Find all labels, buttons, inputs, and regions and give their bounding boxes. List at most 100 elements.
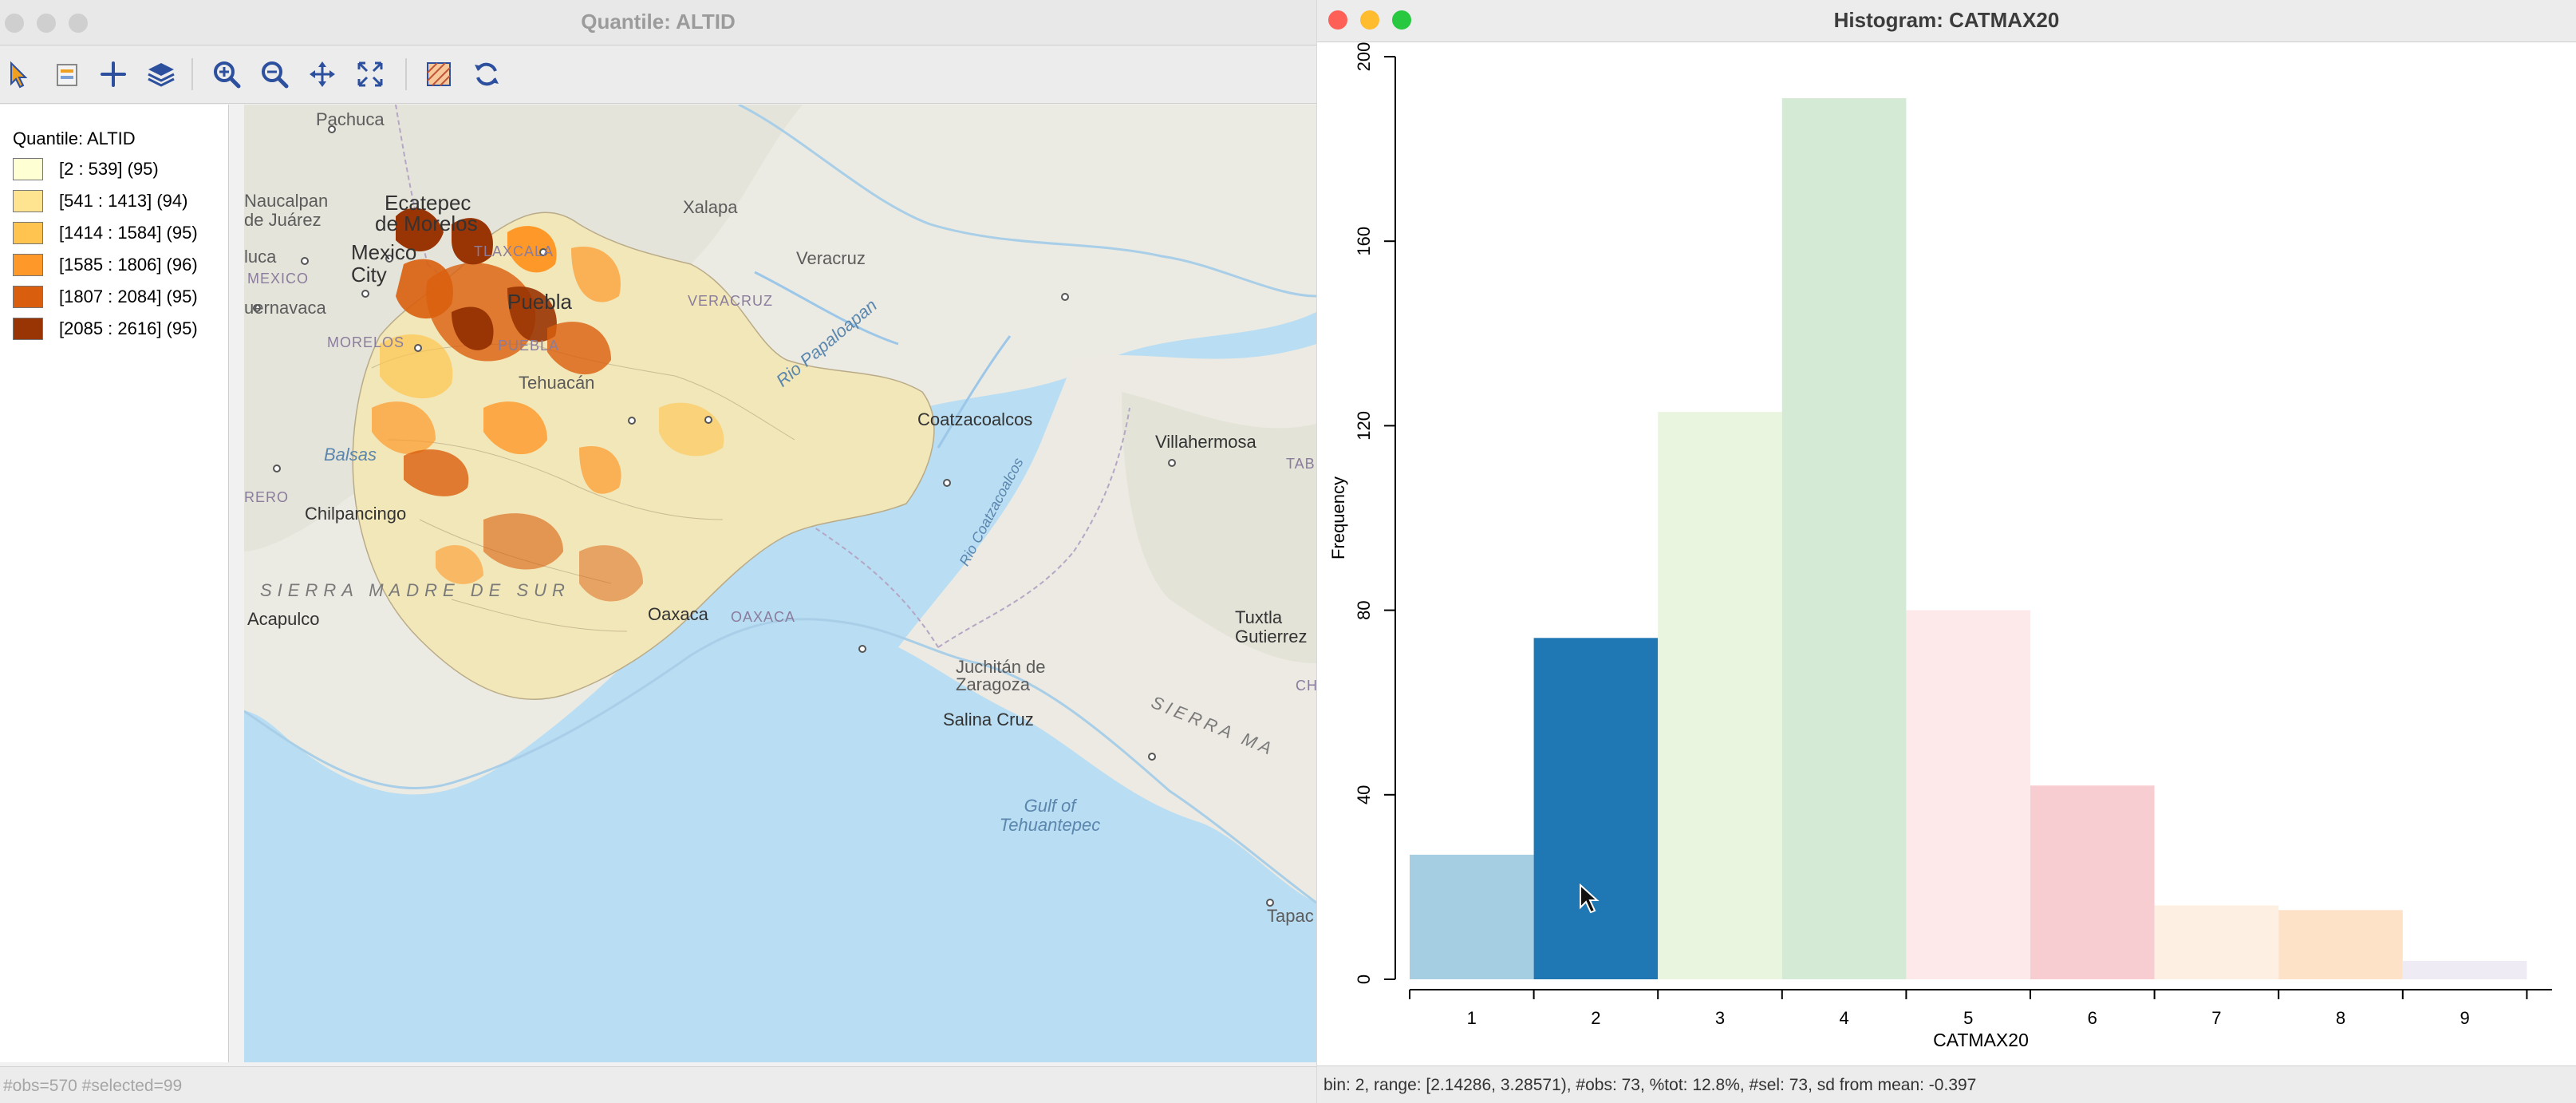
histogram-statusbar: bin: 2, range: [2.14286, 3.28571), #obs:… — [1317, 1065, 2576, 1103]
map-canvas[interactable]: Pachuca Naucalpan de Juárez Ecatepec de … — [244, 105, 1316, 1062]
map-label-villahermosa: Villahermosa — [1155, 432, 1256, 452]
legend-swatch — [13, 318, 43, 340]
map-label-ch: CH — [1296, 678, 1316, 694]
map-label-cuernavaca: uernavaca — [244, 298, 326, 318]
y-tick-label: 40 — [1354, 785, 1374, 805]
legend-swatch — [13, 286, 43, 308]
legend-title: Quantile: ALTID — [13, 128, 136, 148]
map-label-oaxaca-state: OAXACA — [731, 609, 796, 625]
histogram-bar-5[interactable] — [1906, 610, 2030, 979]
histogram-bar-2[interactable] — [1533, 638, 1659, 979]
map-label-mexico: Mexico — [351, 240, 417, 264]
add-plus-icon[interactable] — [96, 57, 131, 92]
map-label-veracruz-city: Veracruz — [796, 248, 866, 268]
map-label-salina-cruz: Salina Cruz — [943, 710, 1034, 729]
map-label-sierra-madre: SIERRA MADRE DE SUR — [260, 580, 570, 600]
histogram-window: Histogram: CATMAX20 0 40 80 120 160 200 1 2 3 4 5… — [1317, 0, 2576, 1103]
histogram-bar-9[interactable] — [2402, 960, 2527, 979]
map-label-tlaxcala: TLAXCALA — [474, 243, 554, 259]
histogram-status-text: bin: 2, range: [2.14286, 3.28571), #obs:… — [1324, 1076, 1977, 1094]
full-extent-icon[interactable] — [353, 57, 388, 92]
map-label-gulf-of: Gulf of — [1024, 796, 1076, 816]
toolbar-separator — [191, 58, 193, 90]
zoom-in-icon[interactable] — [209, 57, 244, 92]
x-tick-label: 2 — [1591, 1008, 1600, 1028]
y-tick-label: 200 — [1354, 42, 1374, 71]
map-label-pachuca: Pachuca — [316, 109, 385, 129]
legend-label: [2 : 539] (95) — [59, 159, 159, 179]
y-axis-ticks: 0 40 80 120 160 200 — [1354, 42, 1395, 984]
map-toolbar — [0, 45, 1316, 104]
map-titlebar: Quantile: ALTID — [0, 0, 1316, 45]
legend-swatch — [13, 190, 43, 212]
legend-swatch — [13, 254, 43, 276]
map-status-text: #obs=570 #selected=99 — [3, 1077, 183, 1095]
map-label-coatzacoalcos: Coatzacoalcos — [917, 409, 1033, 429]
y-tick-label: 0 — [1354, 975, 1374, 984]
map-label-de-morelos: de Morelos — [375, 212, 478, 235]
map-label-chilpancingo: Chilpancingo — [305, 504, 407, 524]
map-label-tapac: Tapac — [1267, 906, 1314, 926]
x-tick-label: 1 — [1467, 1008, 1477, 1028]
map-label-veracruz-state: VERACRUZ — [688, 293, 774, 309]
histogram-bar-3[interactable] — [1658, 412, 1782, 979]
map-label-xalapa: Xalapa — [683, 197, 738, 217]
select-pointer-icon[interactable] — [2, 57, 37, 92]
map-label-gutierrez: Gutierrez — [1235, 627, 1308, 646]
select-layer-icon[interactable] — [49, 57, 85, 92]
legend-swatch — [13, 158, 43, 180]
histogram-bar-8[interactable] — [2278, 910, 2403, 979]
basemap-icon[interactable] — [421, 57, 456, 92]
x-axis-ticks: 1 2 3 4 5 6 7 8 9 — [1409, 990, 2528, 1028]
histogram-bar-1[interactable] — [1410, 854, 1534, 979]
window-title: Histogram: CATMAX20 — [1833, 8, 2060, 32]
map-label-city: City — [351, 263, 387, 287]
map-label-tuxtla: Tuxtla — [1235, 607, 1283, 627]
map-label-rero: RERO — [244, 489, 290, 505]
x-tick-label: 3 — [1715, 1008, 1725, 1028]
map-window: Quantile: ALTID Quantile: ALTID [2: 539… — [0, 0, 1316, 1103]
y-tick-label: 80 — [1354, 600, 1374, 619]
refresh-icon[interactable] — [469, 57, 504, 92]
histogram-canvas[interactable]: 0 40 80 120 160 200 1 2 3 4 5 6 7 8 9 Frequency CATMA… — [1317, 42, 2576, 1065]
layers-icon[interactable] — [144, 57, 179, 92]
legend-label: [541 : 1413] (94) — [59, 191, 188, 211]
pan-icon[interactable] — [305, 57, 340, 92]
histogram-bar-4[interactable] — [1781, 98, 1907, 979]
map-label-naucalpan: Naucalpan — [244, 191, 329, 211]
map-label-tehuantepec: Tehuantepec — [999, 815, 1101, 835]
legend-label: [1807 : 2084] (95) — [59, 287, 198, 306]
x-tick-label: 7 — [2211, 1008, 2221, 1028]
histogram-chart[interactable]: 0 40 80 120 160 200 1 2 3 4 5 6 7 8 9 Frequency CATMA… — [1317, 42, 2576, 1065]
map-label-puebla-city: Puebla — [507, 290, 572, 314]
histogram-bars[interactable] — [1410, 98, 2527, 979]
x-tick-label: 5 — [1963, 1008, 1973, 1028]
map-label-luca: luca — [244, 247, 277, 267]
zoom-out-icon[interactable] — [257, 57, 292, 92]
map-label-morelos: MORELOS — [327, 334, 405, 350]
histogram-bar-6[interactable] — [2030, 785, 2155, 979]
map-label-tab: TAB — [1286, 456, 1316, 472]
y-tick-label: 160 — [1354, 227, 1374, 256]
x-tick-label: 9 — [2460, 1008, 2469, 1028]
map-label-puebla-state: PUEBLA — [498, 338, 560, 354]
map-statusbar: #obs=570 #selected=99 — [0, 1066, 1316, 1103]
map-label-balsas: Balsas — [324, 445, 377, 465]
map-label-mexico-state: MEXICO — [247, 271, 310, 287]
x-axis-label: CATMAX20 — [1933, 1030, 2029, 1050]
legend-label: [2085 : 2616] (95) — [59, 318, 198, 338]
histogram-bar-7[interactable] — [2154, 905, 2279, 980]
map-label-zaragoza: Zaragoza — [956, 674, 1030, 694]
map-label-de-juarez: de Juárez — [244, 210, 322, 230]
x-tick-label: 4 — [1839, 1008, 1848, 1028]
map-label-acapulco: Acapulco — [247, 609, 320, 629]
map-legend: Quantile: ALTID [2 : 539] (95) [541 : 14… — [0, 105, 229, 1062]
x-tick-label: 8 — [2336, 1008, 2345, 1028]
map-label-oaxaca-city: Oaxaca — [648, 604, 708, 624]
legend-label: [1585 : 1806] (96) — [59, 255, 198, 275]
map-label-tehuacan: Tehuacán — [519, 373, 595, 393]
legend-label: [1414 : 1584] (95) — [59, 223, 198, 243]
x-tick-label: 6 — [2088, 1008, 2097, 1028]
legend-swatch — [13, 222, 43, 244]
y-tick-label: 120 — [1354, 411, 1374, 441]
